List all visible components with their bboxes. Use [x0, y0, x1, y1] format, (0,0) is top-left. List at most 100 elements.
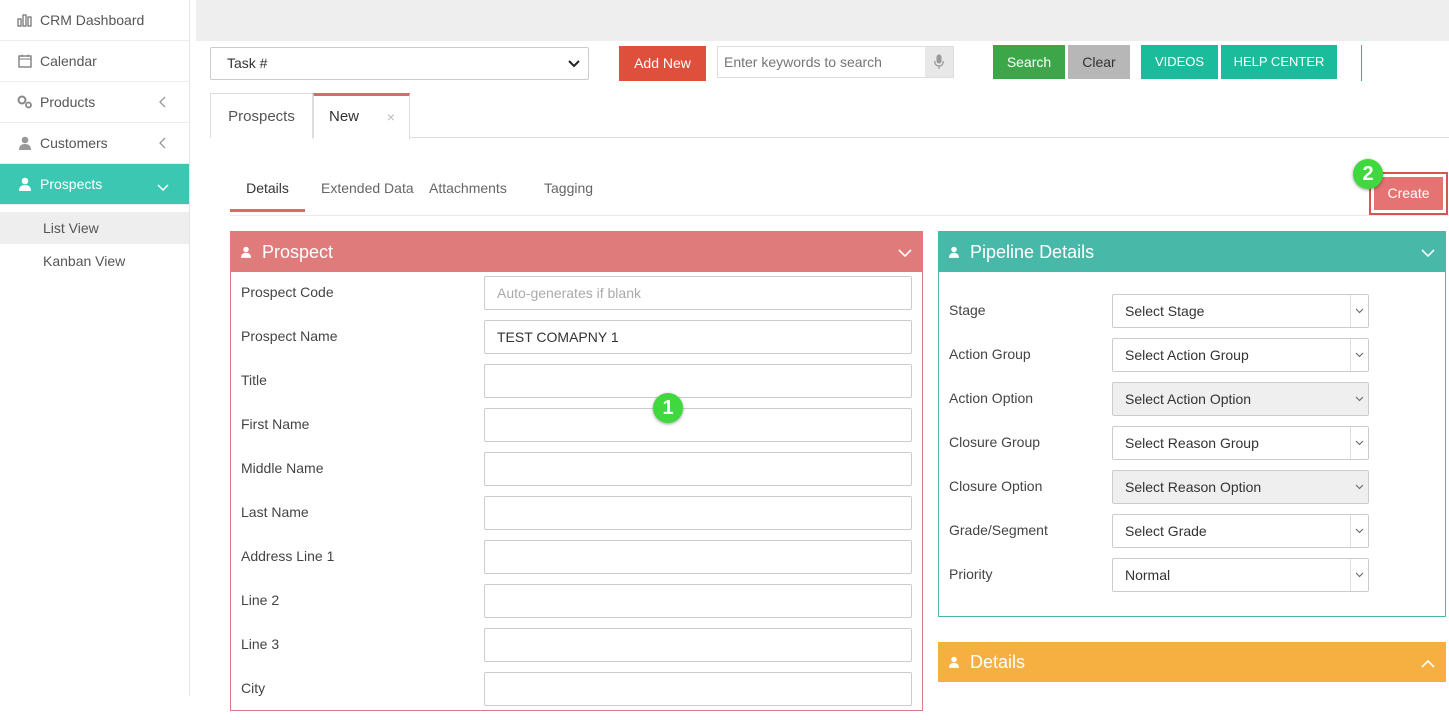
middle-name-input[interactable] — [484, 452, 912, 486]
sidebar-item-label: Products — [40, 94, 96, 110]
panel-title: Pipeline Details — [970, 242, 1095, 262]
select-value: Normal — [1125, 567, 1171, 583]
select-value: Select Grade — [1125, 523, 1207, 539]
task-select[interactable]: Task # — [210, 47, 589, 80]
sidebar: CRM Dashboard Calendar Products Customer… — [0, 0, 190, 696]
toolbar: Task # Add New Search Clear VIDEOS HELP … — [196, 41, 1449, 84]
chevron-up-icon[interactable] — [1421, 643, 1435, 681]
chevron-down-icon — [1350, 559, 1368, 591]
details-panel-header[interactable]: Details — [939, 643, 1445, 681]
grade-select[interactable]: Select Grade — [1112, 514, 1369, 548]
tab-label: New — [329, 108, 360, 125]
field-closure-option: Closure Option Select Reason Option — [949, 470, 1437, 518]
field-title: Title — [241, 364, 913, 412]
field-action-group: Action Group Select Action Group — [949, 338, 1437, 386]
user-icon — [949, 643, 961, 681]
sidebar-subitem-kanban-view[interactable]: Kanban View — [0, 245, 189, 277]
title-input[interactable] — [484, 364, 912, 398]
field-label: Closure Group — [949, 434, 1041, 450]
sidebar-item-label: CRM Dashboard — [40, 12, 145, 28]
priority-select[interactable]: Normal — [1112, 558, 1369, 592]
field-label: Priority — [949, 566, 993, 582]
field-label: Last Name — [241, 504, 309, 520]
gears-icon — [17, 94, 33, 110]
field-stage: Stage Select Stage — [949, 294, 1437, 342]
field-label: Prospect Code — [241, 284, 334, 300]
field-label: Title — [241, 372, 267, 388]
stage-select[interactable]: Select Stage — [1112, 294, 1369, 328]
chevron-down-icon[interactable] — [898, 232, 912, 272]
field-label: Closure Option — [949, 478, 1043, 494]
last-name-input[interactable] — [484, 496, 912, 530]
chevron-down-icon — [1350, 295, 1368, 327]
action-option-select[interactable]: Select Action Option — [1112, 382, 1369, 416]
chevron-down-icon[interactable] — [1421, 232, 1435, 272]
prospect-name-input[interactable]: TEST COMAPNY 1 — [484, 320, 912, 354]
field-label: Action Group — [949, 346, 1031, 362]
chevron-down-icon — [1350, 471, 1368, 503]
close-icon[interactable]: × — [387, 96, 395, 138]
sidebar-item-crm-dashboard[interactable]: CRM Dashboard — [0, 0, 189, 41]
clear-button[interactable]: Clear — [1068, 45, 1130, 79]
field-first-name: First Name — [241, 408, 913, 456]
field-last-name: Last Name — [241, 496, 913, 544]
closure-option-select[interactable]: Select Reason Option — [1112, 470, 1369, 504]
microphone-icon[interactable] — [925, 47, 953, 77]
field-middle-name: Middle Name — [241, 452, 913, 500]
tab-prospects[interactable]: Prospects — [210, 93, 313, 138]
sidebar-subitem-list-view[interactable]: List View — [0, 212, 189, 244]
panel-title: Details — [970, 652, 1026, 672]
select-value: Select Stage — [1125, 303, 1205, 319]
subtab-attachments[interactable]: Attachments — [429, 170, 507, 212]
select-value: Select Reason Option — [1125, 479, 1262, 495]
chevron-down-icon — [568, 48, 580, 79]
sidebar-item-customers[interactable]: Customers — [0, 123, 189, 164]
subtab-details[interactable]: Details — [230, 170, 305, 212]
subtab-tagging[interactable]: Tagging — [544, 170, 593, 212]
search-button[interactable]: Search — [993, 45, 1065, 79]
action-group-select[interactable]: Select Action Group — [1112, 338, 1369, 372]
create-button[interactable]: Create — [1374, 177, 1443, 210]
line-2-input[interactable] — [484, 584, 912, 618]
tab-new[interactable]: New × — [313, 93, 410, 139]
sidebar-item-products[interactable]: Products — [0, 82, 189, 123]
step-badge-1: 1 — [653, 393, 683, 423]
chevron-down-icon — [1350, 427, 1368, 459]
select-value: Select Action Option — [1125, 391, 1252, 407]
subtab-bar: Details Extended Data Attachments Taggin… — [230, 170, 1449, 216]
search-input[interactable] — [718, 47, 918, 77]
sidebar-item-label: Calendar — [40, 53, 97, 69]
sidebar-item-prospects[interactable]: Prospects — [0, 164, 189, 205]
prospect-panel: Prospect Prospect Code Auto-generates if… — [230, 231, 923, 711]
panel-title: Prospect — [262, 242, 334, 262]
videos-button[interactable]: VIDEOS — [1141, 45, 1218, 79]
field-priority: Priority Normal — [949, 558, 1437, 606]
field-label: Grade/Segment — [949, 522, 1048, 538]
field-grade-segment: Grade/Segment Select Grade — [949, 514, 1437, 562]
prospect-panel-header[interactable]: Prospect — [231, 232, 922, 272]
subtab-extended-data[interactable]: Extended Data — [321, 170, 414, 212]
user-icon — [241, 232, 253, 272]
field-line-2: Line 2 — [241, 584, 913, 632]
address-line-1-input[interactable] — [484, 540, 912, 574]
chevron-left-icon — [159, 136, 167, 152]
pipeline-details-panel: Pipeline Details Stage Select Stage Acti… — [938, 231, 1446, 617]
closure-group-select[interactable]: Select Reason Group — [1112, 426, 1369, 460]
first-name-input[interactable] — [484, 408, 912, 442]
chevron-down-icon — [157, 179, 169, 195]
search-box — [717, 46, 954, 78]
sidebar-item-calendar[interactable]: Calendar — [0, 41, 189, 82]
task-select-value: Task # — [227, 55, 268, 71]
select-value: Select Reason Group — [1125, 435, 1259, 451]
user-icon — [17, 176, 33, 192]
city-input[interactable] — [484, 672, 912, 706]
pipeline-panel-header[interactable]: Pipeline Details — [939, 232, 1445, 272]
help-center-button[interactable]: HELP CENTER — [1221, 45, 1337, 79]
add-new-button[interactable]: Add New — [619, 46, 706, 81]
line-3-input[interactable] — [484, 628, 912, 662]
field-label: Middle Name — [241, 460, 324, 476]
field-line-3: Line 3 — [241, 628, 913, 676]
prospect-code-input[interactable]: Auto-generates if blank — [484, 276, 912, 310]
top-strip — [196, 0, 1449, 41]
field-label: Address Line 1 — [241, 548, 335, 564]
